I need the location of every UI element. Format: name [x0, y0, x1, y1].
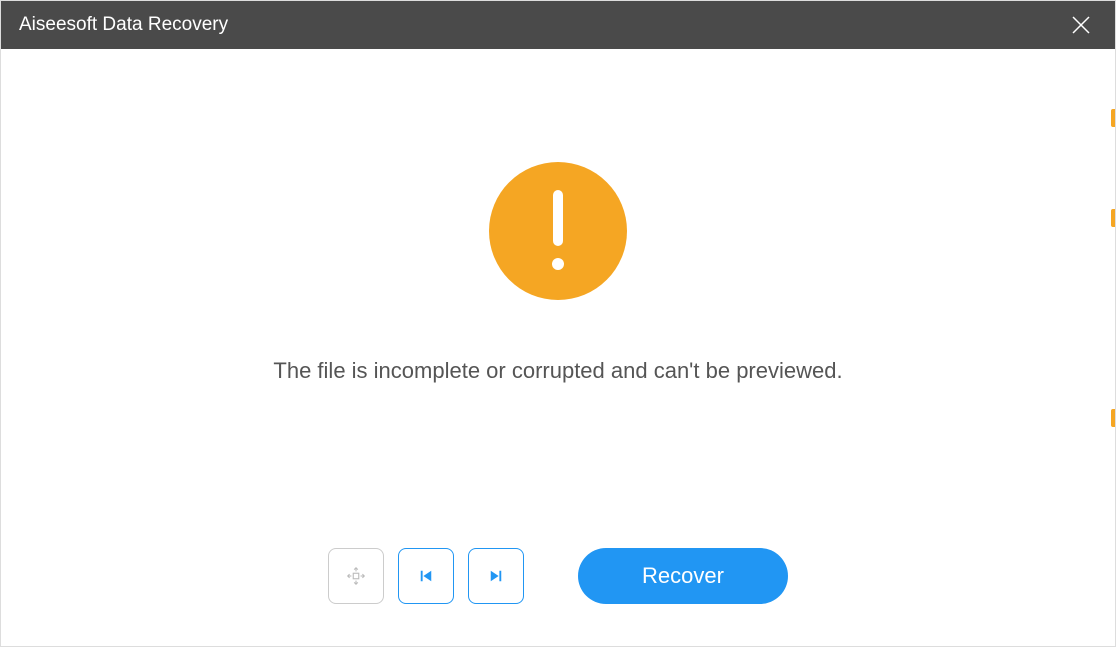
content-area: The file is incomplete or corrupted and … — [1, 49, 1115, 536]
next-button[interactable] — [468, 548, 524, 604]
recover-button[interactable]: Recover — [578, 548, 788, 604]
error-message: The file is incomplete or corrupted and … — [273, 358, 842, 384]
skip-previous-icon — [417, 567, 435, 585]
close-icon — [1071, 15, 1091, 35]
skip-next-icon — [487, 567, 505, 585]
fit-screen-icon — [345, 565, 367, 587]
recover-button-label: Recover — [642, 563, 724, 589]
app-title: Aiseesoft Data Recovery — [19, 14, 228, 36]
app-window: Aiseesoft Data Recovery The file is inco… — [0, 0, 1116, 647]
titlebar: Aiseesoft Data Recovery — [1, 1, 1115, 49]
warning-icon — [489, 162, 627, 300]
previous-button[interactable] — [398, 548, 454, 604]
fit-screen-button[interactable] — [328, 548, 384, 604]
close-button[interactable] — [1065, 9, 1097, 41]
toolbar: Recover — [1, 536, 1115, 646]
